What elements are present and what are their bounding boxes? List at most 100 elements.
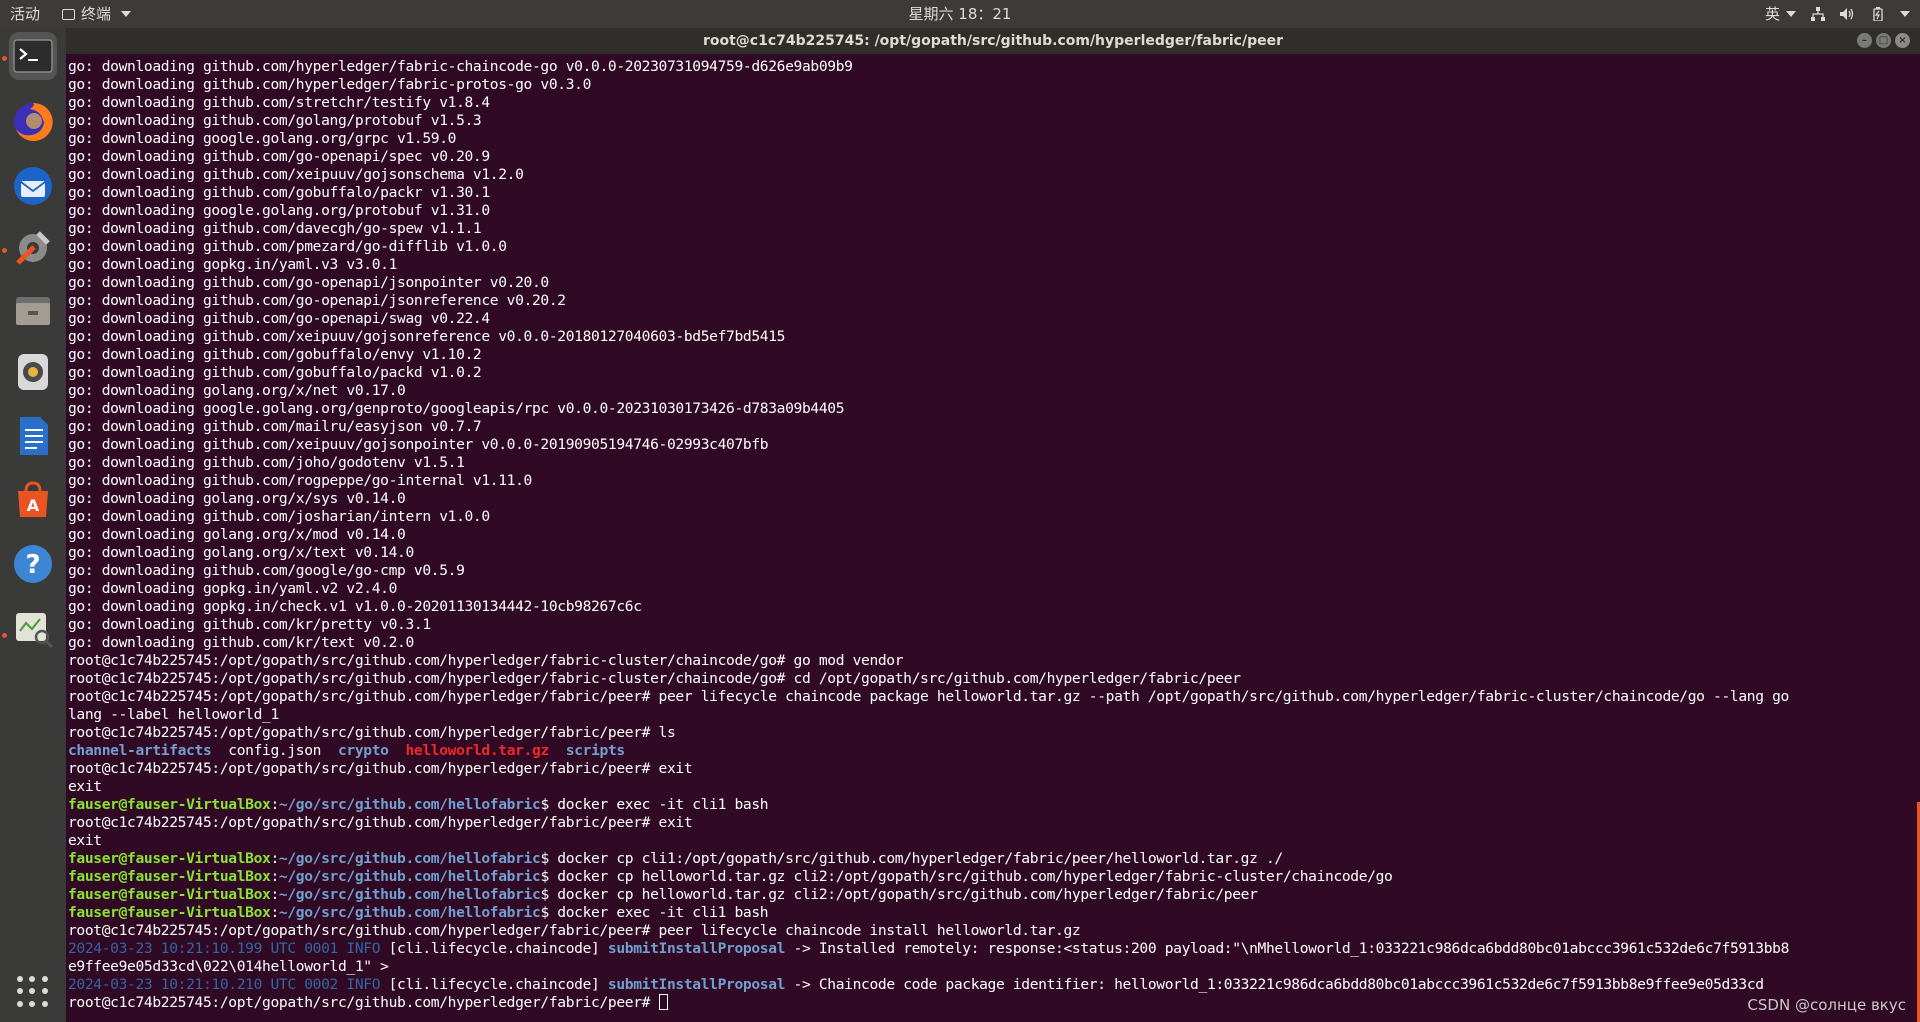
terminal-line: go: downloading github.com/gobuffalo/pac… (68, 364, 1789, 382)
dock-system-monitor[interactable] (9, 604, 57, 652)
terminal-line: go: downloading github.com/xeipuuv/gojso… (68, 166, 1789, 184)
terminal-text: go: downloading github.com/xeipuuv/gojso… (68, 166, 524, 183)
terminal-text: go: downloading gopkg.in/yaml.v2 v2.4.0 (68, 580, 398, 597)
terminal-text: go: downloading golang.org/x/sys v0.14.0 (68, 490, 406, 507)
terminal-line: fauser@fauser-VirtualBox:~/go/src/github… (68, 886, 1789, 904)
terminal-line: go: downloading golang.org/x/net v0.17.0 (68, 382, 1789, 400)
terminal-line: lang --label helloworld_1 (68, 706, 1789, 724)
terminal-text: ~/go/src/github.com/hellofabric (278, 796, 541, 813)
dock-firefox[interactable] (9, 98, 57, 146)
terminal-line: fauser@fauser-VirtualBox:~/go/src/github… (68, 868, 1789, 886)
terminal-lines: go: downloading github.com/hyperledger/f… (68, 58, 1789, 1012)
dock-settings[interactable] (9, 224, 57, 272)
volume-icon[interactable] (1840, 7, 1856, 21)
input-method-indicator[interactable]: 英 (1765, 0, 1796, 28)
terminal-line: channel-artifacts config.json crypto hel… (68, 742, 1789, 760)
close-button[interactable]: × (1895, 33, 1910, 48)
system-monitor-icon (16, 613, 54, 649)
svg-text:?: ? (25, 550, 40, 580)
terminal-text: : (270, 886, 279, 903)
terminal-text: go: downloading github.com/kr/pretty v0.… (68, 616, 431, 633)
terminal-text: root@c1c74b225745:/opt/gopath/src/github… (68, 652, 904, 669)
terminal-text: exit (68, 832, 102, 849)
thunderbird-icon (14, 167, 52, 205)
window-title: root@c1c74b225745: /opt/gopath/src/githu… (702, 33, 1284, 49)
terminal-text: go: downloading github.com/josharian/int… (68, 508, 490, 525)
terminal-line: go: downloading google.golang.org/grpc v… (68, 130, 1789, 148)
dock-files[interactable] (9, 286, 57, 334)
terminal-line: exit (68, 778, 1789, 796)
terminal-text: lang --label helloworld_1 (68, 706, 279, 723)
terminal-text: fauser@fauser-VirtualBox (68, 868, 271, 885)
dock-rhythmbox[interactable] (9, 348, 57, 396)
dock: A ? (0, 28, 66, 1022)
terminal-text: -> Installed remotely: response:<status:… (785, 940, 1790, 957)
minimize-button[interactable]: – (1857, 33, 1872, 48)
terminal-line: go: downloading gopkg.in/check.v1 v1.0.0… (68, 598, 1789, 616)
terminal-line: root@c1c74b225745:/opt/gopath/src/github… (68, 922, 1789, 940)
power-icon[interactable] (1870, 7, 1886, 21)
terminal-line: go: downloading github.com/mailru/easyjs… (68, 418, 1789, 436)
terminal-text: go: downloading golang.org/x/net v0.17.0 (68, 382, 406, 399)
terminal-line: fauser@fauser-VirtualBox:~/go/src/github… (68, 796, 1789, 814)
window-titlebar[interactable]: root@c1c74b225745: /opt/gopath/src/githu… (66, 28, 1920, 54)
window-controls: – □ × (1857, 33, 1910, 48)
svg-text:A: A (27, 496, 40, 515)
terminal-output[interactable]: go: downloading github.com/hyperledger/f… (66, 54, 1920, 1022)
dock-help[interactable]: ? (9, 540, 57, 588)
terminal-text: crypto (337, 742, 389, 759)
terminal-text: go: downloading github.com/joho/godotenv… (68, 454, 465, 471)
show-applications-icon[interactable] (17, 976, 49, 1008)
terminal-text: go: downloading golang.org/x/text v0.14.… (68, 544, 414, 561)
terminal-text: 2024-03-23 10:21:10.199 UTC 0001 INFO (68, 940, 381, 957)
terminal-line: go: downloading github.com/rogpeppe/go-i… (68, 472, 1789, 490)
terminal-line: go: downloading google.golang.org/genpro… (68, 400, 1789, 418)
terminal-line: go: downloading github.com/davecgh/go-sp… (68, 220, 1789, 238)
terminal-text: $ docker cp helloworld.tar.gz cli2:/opt/… (540, 868, 1393, 885)
dock-terminal[interactable] (9, 32, 57, 80)
system-status-area[interactable]: 英 (1765, 0, 1910, 28)
terminal-text: go: downloading github.com/golang/protob… (68, 112, 482, 129)
terminal-text: submitInstallProposal (607, 940, 786, 957)
terminal-text: exit (68, 778, 102, 795)
terminal-text: go: downloading github.com/davecgh/go-sp… (68, 220, 482, 237)
terminal-line: root@c1c74b225745:/opt/gopath/src/github… (68, 670, 1789, 688)
running-indicator (2, 248, 7, 253)
chevron-down-icon[interactable] (1900, 11, 1910, 17)
terminal-line: go: downloading gopkg.in/yaml.v2 v2.4.0 (68, 580, 1789, 598)
dock-thunderbird[interactable] (9, 162, 57, 210)
terminal-line: 2024-03-23 10:21:10.199 UTC 0001 INFO [c… (68, 940, 1789, 958)
terminal-text: go: downloading google.golang.org/protob… (68, 202, 490, 219)
terminal-text: go: downloading google.golang.org/genpro… (68, 400, 845, 417)
terminal-text: go: downloading github.com/go-openapi/sp… (68, 148, 490, 165)
terminal-text: channel-artifacts (68, 742, 212, 759)
terminal-text: root@c1c74b225745:/opt/gopath/src/github… (68, 670, 1241, 687)
dock-writer[interactable] (9, 412, 57, 460)
terminal-line: go: downloading github.com/google/go-cmp… (68, 562, 1789, 580)
terminal-line: root@c1c74b225745:/opt/gopath/src/github… (68, 760, 1789, 778)
terminal-text: go: downloading github.com/google/go-cmp… (68, 562, 465, 579)
clock[interactable]: 星期六 18：21 (0, 0, 1920, 28)
terminal-line: fauser@fauser-VirtualBox:~/go/src/github… (68, 904, 1789, 922)
terminal-text: root@c1c74b225745:/opt/gopath/src/github… (68, 724, 676, 741)
terminal-text: go: downloading github.com/go-openapi/sw… (68, 310, 490, 327)
running-indicator (2, 633, 7, 638)
terminal-text: root@c1c74b225745:/opt/gopath/src/github… (68, 688, 1789, 705)
terminal-text: $ docker cp cli1:/opt/gopath/src/github.… (540, 850, 1283, 867)
network-icon[interactable] (1810, 7, 1826, 21)
files-icon (16, 297, 50, 325)
terminal-line: go: downloading github.com/kr/pretty v0.… (68, 616, 1789, 634)
terminal-line: go: downloading github.com/xeipuuv/gojso… (68, 436, 1789, 454)
maximize-button[interactable]: □ (1876, 33, 1891, 48)
dock-software-center[interactable]: A (9, 476, 57, 524)
terminal-line: go: downloading github.com/go-openapi/js… (68, 292, 1789, 310)
settings-icon (16, 231, 50, 265)
terminal-text: go: downloading github.com/gobuffalo/env… (68, 346, 482, 363)
terminal-line: go: downloading github.com/golang/protob… (68, 112, 1789, 130)
writer-icon (20, 417, 48, 455)
terminal-text: : (270, 796, 279, 813)
terminal-line: go: downloading github.com/hyperledger/f… (68, 58, 1789, 76)
terminal-text: go: downloading gopkg.in/yaml.v3 v3.0.1 (68, 256, 398, 273)
terminal-text: ~/go/src/github.com/hellofabric (278, 850, 541, 867)
